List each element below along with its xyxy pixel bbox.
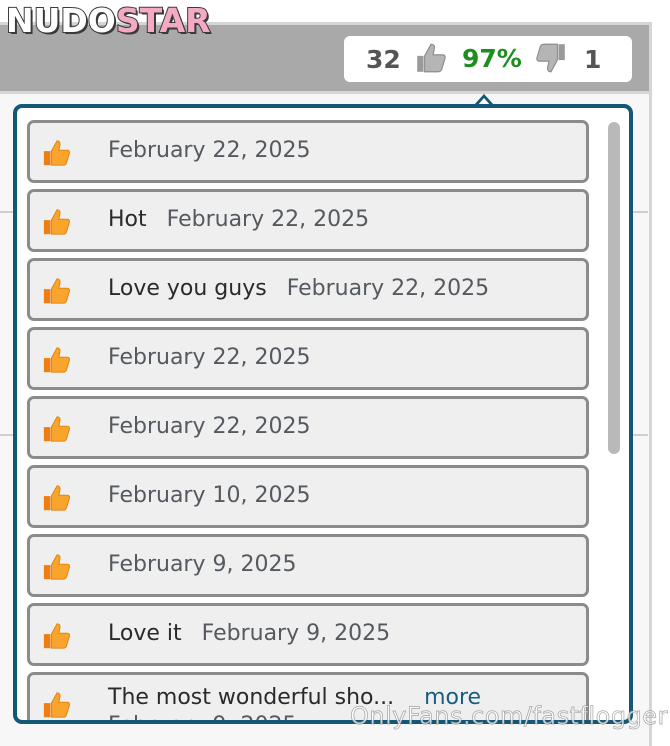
comment-content: February 22, 2025: [108, 345, 310, 370]
comment-item[interactable]: February 10, 2025: [27, 465, 589, 528]
comment-text: Hot: [108, 207, 147, 232]
comment-date: February 22, 2025: [166, 207, 370, 232]
comment-item[interactable]: Hot February 22, 2025: [27, 189, 589, 252]
comment-content: February 22, 2025: [108, 138, 310, 163]
rating-widget: 32 97% 1: [344, 36, 632, 82]
thumbs-up-icon: [43, 347, 71, 373]
comment-item[interactable]: February 9, 2025: [27, 534, 589, 597]
thumbs-up-icon: [43, 623, 71, 649]
thumbs-up-icon: [43, 485, 71, 511]
comment-item[interactable]: February 22, 2025: [27, 327, 589, 390]
comment-content: Hot February 22, 2025: [108, 207, 369, 232]
comment-date: February 22, 2025: [108, 138, 311, 163]
logo-text-part2: STAR: [115, 1, 212, 41]
comment-content: February 22, 2025: [108, 414, 310, 439]
comment-date: February 22, 2025: [108, 414, 311, 439]
thumbs-up-icon: [43, 278, 71, 304]
scrollbar[interactable]: [606, 118, 624, 720]
thumbs-up-icon: [43, 416, 71, 442]
comment-item[interactable]: February 22, 2025: [27, 396, 589, 459]
comment-item[interactable]: Love you guys February 22, 2025: [27, 258, 589, 321]
comment-date: February 9, 2025: [108, 552, 297, 577]
comment-content: February 9, 2025: [108, 552, 296, 577]
thumbs-up-icon: [43, 209, 71, 235]
comment-item[interactable]: Love it February 9, 2025: [27, 603, 589, 666]
comment-content: Love it February 9, 2025: [108, 621, 390, 646]
thumbs-up-icon: [43, 554, 71, 580]
scrollbar-thumb[interactable]: [608, 122, 620, 454]
comment-content: Love you guys February 22, 2025: [108, 276, 489, 301]
comment-text: Love you guys: [108, 276, 267, 301]
like-count: 32: [366, 45, 401, 74]
site-logo[interactable]: NUDOSTAR: [5, 1, 212, 41]
comment-date: February 10, 2025: [108, 483, 311, 508]
thumbs-up-icon: [43, 140, 71, 166]
comment-date: February 22, 2025: [108, 345, 311, 370]
comment-date: February 9, 2025: [201, 621, 391, 646]
thumbs-up-icon: [43, 692, 71, 718]
comment-date: February 9, 2025: [108, 713, 296, 720]
thumbs-up-icon[interactable]: [414, 41, 448, 75]
comments-popup[interactable]: February 22, 2025 Hot February 22, 2025 Lov…: [13, 104, 633, 724]
comment-date: February 22, 2025: [286, 276, 490, 301]
comment-list: February 22, 2025 Hot February 22, 2025 Lov…: [27, 120, 589, 720]
comment-text: Love it: [108, 621, 182, 646]
comment-item[interactable]: February 22, 2025: [27, 120, 589, 183]
thumbs-down-icon[interactable]: [534, 41, 568, 75]
approval-percent: 97%: [462, 44, 522, 73]
comment-content: February 10, 2025: [108, 483, 310, 508]
logo-text-part1: NUDO: [5, 1, 117, 41]
dislike-count: 1: [584, 45, 602, 74]
watermark: OnlyFans.com/fastflogger: [350, 702, 668, 731]
